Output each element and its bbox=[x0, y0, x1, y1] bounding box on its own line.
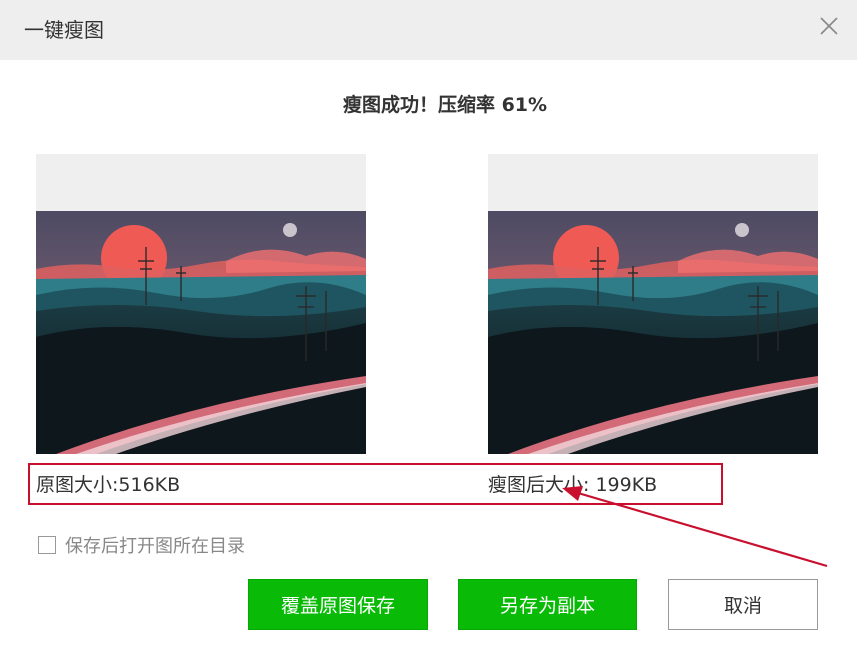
save-as-copy-button[interactable]: 另存为副本 bbox=[458, 579, 637, 630]
compressed-size-label: 瘦图后大小: 199KB bbox=[488, 474, 658, 496]
compressed-image-preview bbox=[488, 154, 818, 454]
dialog-title: 一键瘦图 bbox=[24, 18, 104, 42]
compressed-image bbox=[488, 211, 818, 454]
overwrite-save-button[interactable]: 覆盖原图保存 bbox=[248, 579, 428, 630]
close-icon bbox=[820, 17, 838, 35]
original-image bbox=[36, 211, 366, 454]
open-folder-checkbox[interactable] bbox=[38, 536, 56, 554]
original-image-preview bbox=[36, 154, 366, 454]
open-folder-label: 保存后打开图所在目录 bbox=[65, 536, 245, 557]
cancel-button[interactable]: 取消 bbox=[668, 579, 818, 630]
open-folder-option[interactable]: 保存后打开图所在目录 bbox=[38, 533, 245, 557]
result-message: 瘦图成功！压缩率 61% bbox=[342, 94, 548, 116]
titlebar: 一键瘦图 bbox=[0, 0, 857, 60]
compress-dialog: 一键瘦图 瘦图成功！压缩率 61% 原图大小:516KB 瘦图后大小: 199K… bbox=[0, 0, 857, 660]
original-size-label: 原图大小:516KB bbox=[36, 474, 181, 496]
close-button[interactable] bbox=[817, 14, 841, 38]
